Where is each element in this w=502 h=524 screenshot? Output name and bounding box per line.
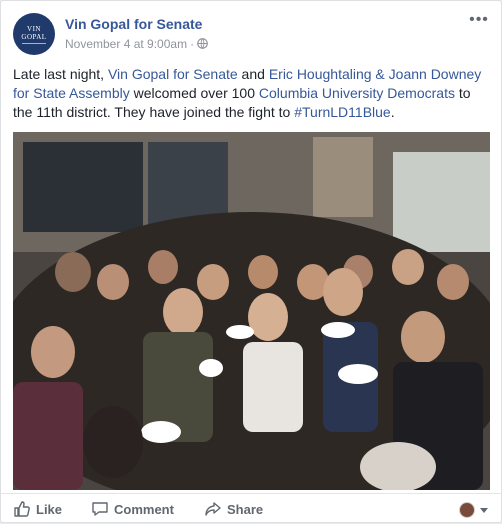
avatar-text-line1: VIN xyxy=(27,25,41,33)
thumbs-up-icon xyxy=(14,501,30,517)
comment-icon xyxy=(92,502,108,516)
globe-icon xyxy=(197,38,208,49)
reaction-picker[interactable] xyxy=(459,502,491,518)
hashtag-link[interactable]: #TurnLD11Blue xyxy=(294,104,391,120)
comment-label: Comment xyxy=(114,502,174,517)
text-part-2: and xyxy=(237,66,269,82)
page-avatar[interactable]: VIN GOPAL xyxy=(13,13,55,55)
comment-button[interactable]: Comment xyxy=(91,500,174,520)
text-part-3: welcomed over 100 xyxy=(129,85,259,101)
post-meta: November 4 at 9:00am · xyxy=(65,37,208,51)
like-button[interactable]: Like xyxy=(13,500,62,520)
page-name-link[interactable]: Vin Gopal for Senate xyxy=(65,16,202,32)
caret-down-icon xyxy=(480,508,488,513)
text-part-1: Late last night, xyxy=(13,66,108,82)
group-photo-icon[interactable] xyxy=(13,132,490,490)
like-label: Like xyxy=(36,502,63,517)
mention-vin-gopal[interactable]: Vin Gopal for Senate xyxy=(108,66,238,82)
action-bar: Like Comment Share xyxy=(1,493,502,524)
post-header: VIN GOPAL Vin Gopal for Senate November … xyxy=(13,12,491,57)
avatar-divider xyxy=(22,43,46,44)
ellipsis-icon[interactable]: ••• xyxy=(469,12,489,31)
text-part-5: . xyxy=(390,104,395,120)
share-button[interactable]: Share xyxy=(204,500,263,520)
viewer-avatar xyxy=(459,502,475,518)
share-label: Share xyxy=(227,502,264,517)
mention-columbia-democrats[interactable]: Columbia University Democrats xyxy=(259,85,455,101)
meta-separator: · xyxy=(190,37,195,51)
share-icon xyxy=(205,502,221,516)
avatar-text-line2: GOPAL xyxy=(21,33,47,41)
post-card: VIN GOPAL Vin Gopal for Senate November … xyxy=(0,0,502,523)
post-text: Late last night, Vin Gopal for Senate an… xyxy=(13,65,489,122)
post-timestamp[interactable]: November 4 at 9:00am xyxy=(65,37,187,51)
